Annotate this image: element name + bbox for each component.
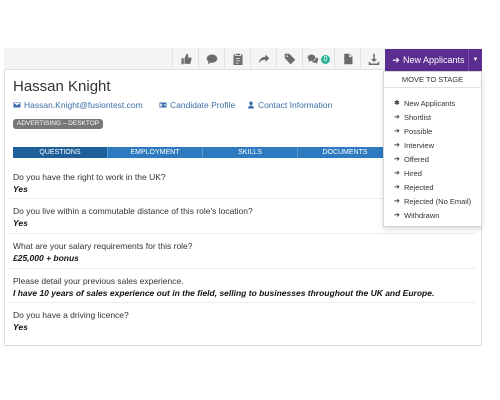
arrow-right-icon: ➔ [394,198,400,205]
question-text: Do you have a driving licence? [13,310,129,320]
stage-option-offered[interactable]: ➔ Offered [384,153,481,167]
arrow-right-icon: ➔ [394,156,400,163]
envelope-icon [13,102,21,108]
share-icon[interactable] [250,48,276,70]
stage-option-hired[interactable]: ➔ Hired [384,167,481,181]
stage-option-label: Withdrawn [404,211,440,220]
stage-option-possible[interactable]: ➔ Possible [384,125,481,139]
question-item: What are your salary requirements for th… [13,241,473,263]
stage-option-label: New Applicants [404,99,456,108]
user-icon [248,101,254,109]
tab-skills[interactable]: SKILLS [203,147,298,158]
stage-option-label: Possible [404,127,433,136]
tab-bar: QUESTIONS EMPLOYMENT SKILLS DOCUMENTS [13,147,393,158]
move-to-stage-dropdown: MOVE TO STAGE ✱ New Applicants ➔ Shortli… [383,71,482,227]
stage-option-label: Offered [404,155,429,164]
arrow-right-icon: ➔ [392,54,400,65]
question-item: Please detail your previous sales experi… [13,276,473,298]
stage-option-label: Rejected [404,183,434,192]
stage-option-rejected[interactable]: ➔ Rejected [384,181,481,195]
stage-option-label: Interview [404,141,435,150]
stage-option-label: Rejected (No Email) [404,197,472,206]
contact-information-link[interactable]: Contact Information [247,100,332,110]
answer-text: Yes [13,322,28,332]
stage-option-shortlist[interactable]: ➔ Shortlist [384,111,481,125]
arrow-right-icon: ➔ [394,212,400,219]
tab-questions[interactable]: QUESTIONS [13,147,108,158]
candidate-profile-label: Candidate Profile [170,100,236,110]
stage-option-label: Hired [404,169,422,178]
question-text: What are your salary requirements for th… [13,241,193,251]
arrow-right-icon: ➔ [394,128,400,135]
download-icon[interactable] [360,48,386,70]
arrow-right-icon: ➔ [394,114,400,121]
stage-option-withdrawn[interactable]: ➔ Withdrawn [384,209,481,223]
email-link[interactable]: Hassan.Knight@fusiontest.com [13,100,143,110]
id-card-icon [159,102,167,108]
email-text: Hassan.Knight@fusiontest.com [24,100,143,110]
stage-option-label: Shortlist [404,113,432,122]
arrow-right-icon: ➔ [394,170,400,177]
question-item: Do you have a driving licence? Yes [13,310,473,332]
comments-icon[interactable]: 0 [302,48,334,70]
candidate-profile-link[interactable]: Candidate Profile [159,100,235,110]
tab-documents[interactable]: DOCUMENTS [298,147,393,158]
clipboard-icon[interactable] [224,48,250,70]
contact-information-label: Contact Information [258,100,333,110]
divider [8,233,476,234]
question-text: Please detail your previous sales experi… [13,276,184,286]
job-tag: ADVERTISING – DESKTOP [13,119,104,129]
arrow-right-icon: ➔ [394,184,400,191]
move-stage-button[interactable]: ➔ New Applicants ▼ [385,49,482,71]
asterisk-icon: ✱ [394,100,400,107]
dropdown-header: MOVE TO STAGE [384,72,481,88]
document-icon[interactable] [334,48,360,70]
thumbs-up-icon[interactable] [172,48,198,70]
stage-button-label: New Applicants [403,55,465,65]
arrow-right-icon: ➔ [394,142,400,149]
comment-icon[interactable] [198,48,224,70]
stage-option-rejected-no-email[interactable]: ➔ Rejected (No Email) [384,195,481,209]
divider [8,268,476,269]
candidate-name: Hassan Knight [13,78,111,95]
stage-option-interview[interactable]: ➔ Interview [384,139,481,153]
comments-count-badge: 0 [320,54,331,64]
tag-icon[interactable] [276,48,302,70]
tab-employment[interactable]: EMPLOYMENT [108,147,203,158]
chevron-down-icon[interactable]: ▼ [468,49,482,71]
answer-text: I have 10 years of sales experience out … [13,288,435,298]
stage-option-new-applicants[interactable]: ✱ New Applicants [384,97,481,111]
answer-text: £25,000 + bonus [13,253,79,263]
divider [8,302,476,303]
